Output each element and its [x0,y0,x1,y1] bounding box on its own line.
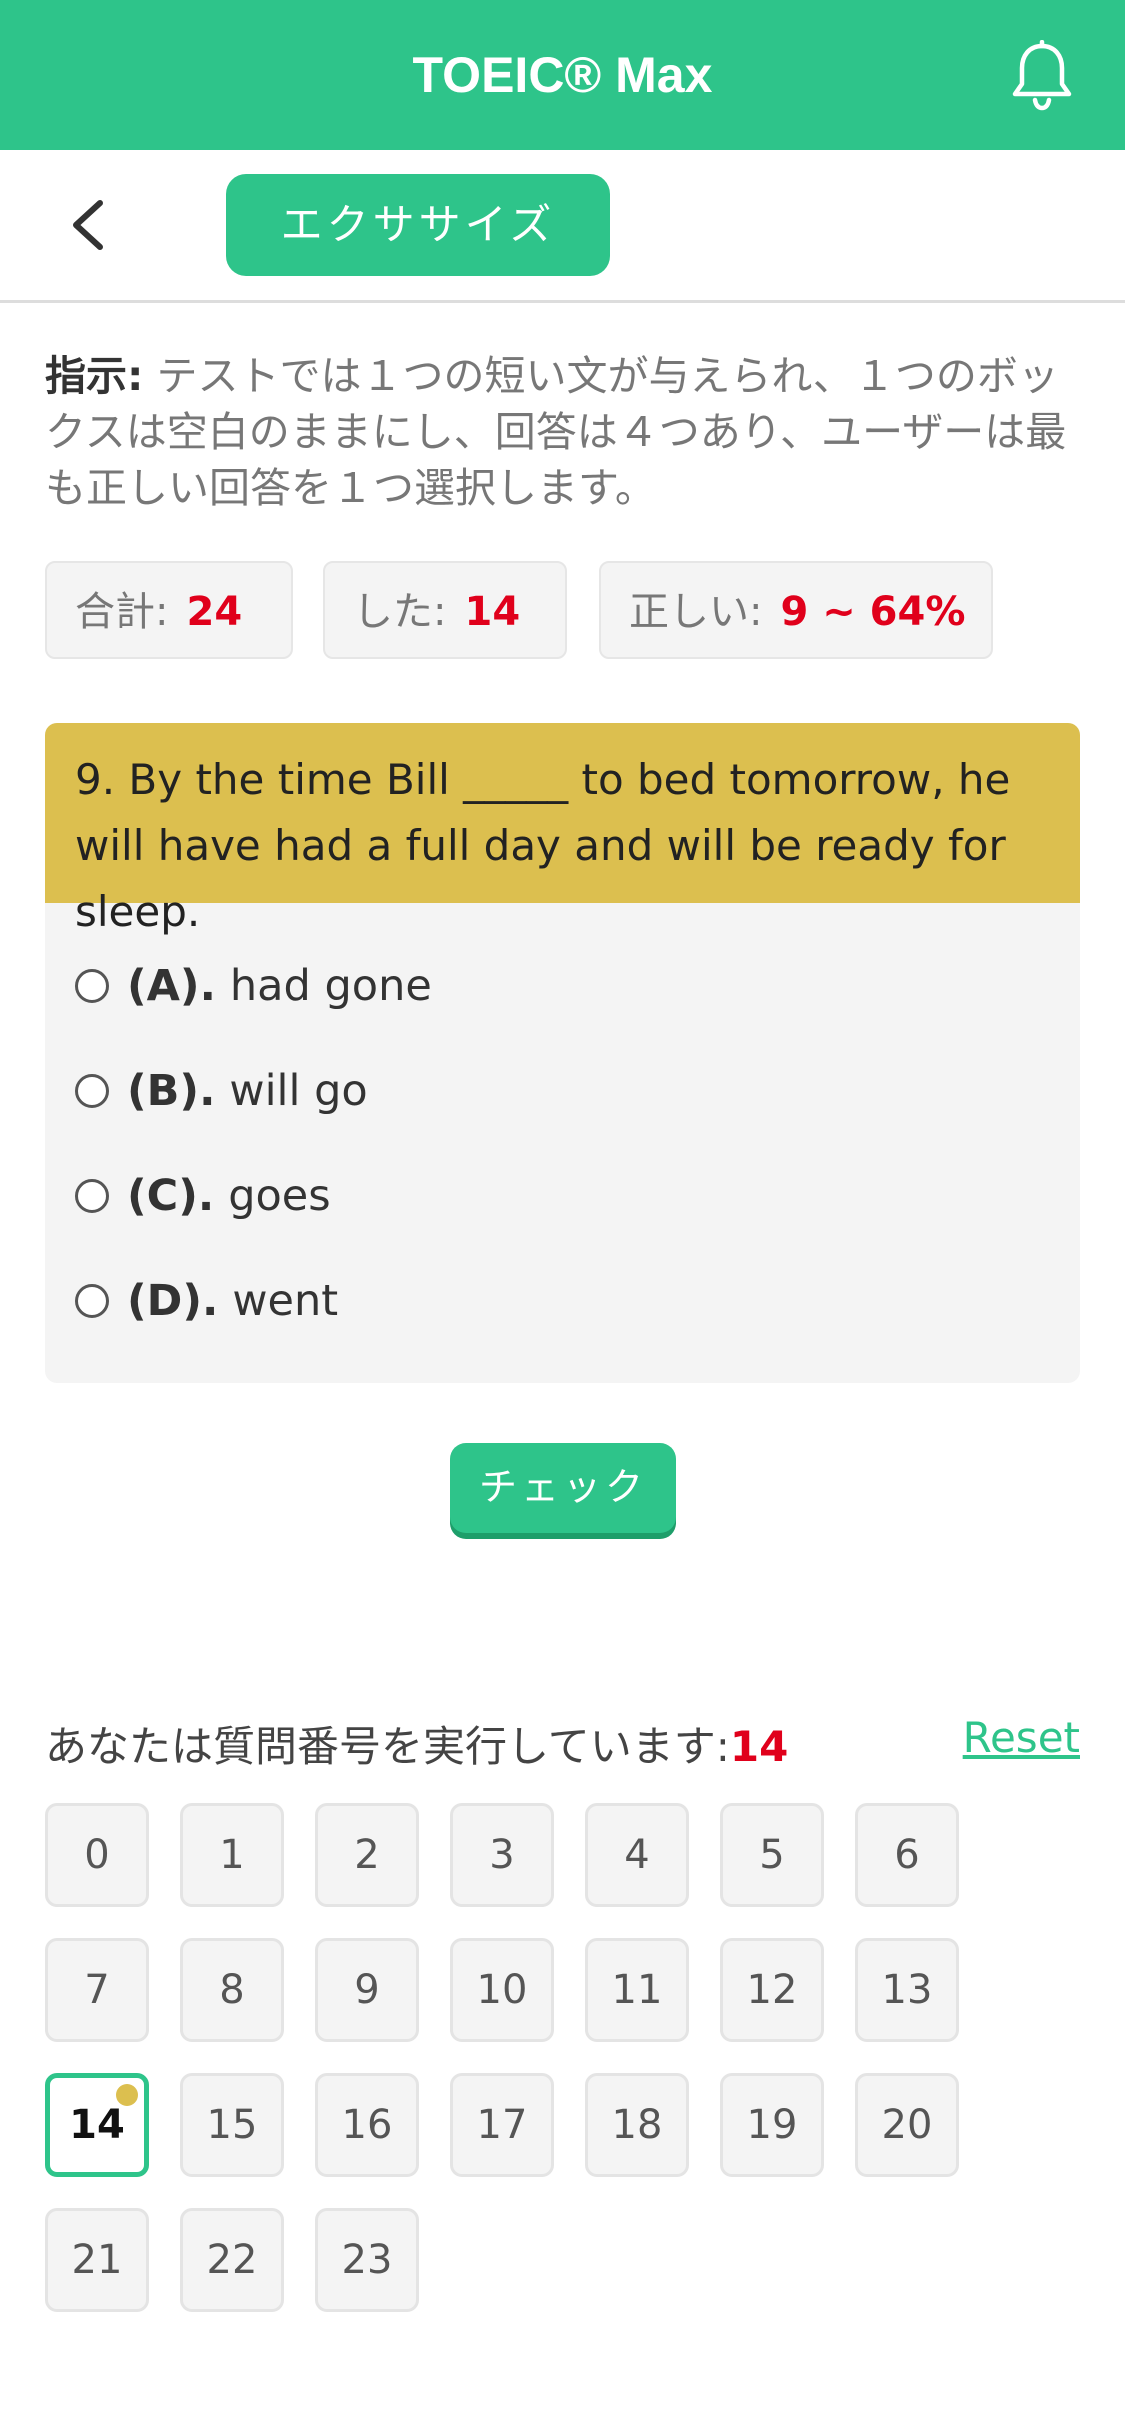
instructions-text: テストでは１つの短い文が与えられ、１つのボックスは空白のままにし、回答は４つあり… [45,352,1067,512]
question-number-3[interactable]: 3 [450,1803,554,1907]
question-number-label: 5 [759,1832,785,1878]
stat-done: した: 14 [323,561,567,659]
question-number-18[interactable]: 18 [585,2073,689,2177]
radio-button[interactable] [75,1178,109,1213]
question-number-label: 11 [611,1967,663,2013]
question-number-label: 17 [476,2102,528,2148]
current-indicator-dot [116,2084,138,2106]
question-number-label: 3 [489,1832,515,1878]
instructions-label: 指示: [45,352,144,400]
question-number-label: 15 [206,2102,258,2148]
question-number-label: 9 [354,1967,380,2013]
question-number-15[interactable]: 15 [180,2073,284,2177]
question-number-0[interactable]: 0 [45,1803,149,1907]
sub-navigation: エクササイズ [0,150,1125,303]
bell-icon[interactable] [1009,40,1075,112]
stat-total: 合計: 24 [45,561,293,659]
option-letter: (C). [127,1170,215,1221]
question-number-label: 22 [206,2237,258,2283]
option-b[interactable]: (B). will go [45,1038,1080,1143]
check-button[interactable]: チェック [450,1443,676,1533]
question-number-22[interactable]: 22 [180,2208,284,2312]
question-number-20[interactable]: 20 [855,2073,959,2177]
question-number-21[interactable]: 21 [45,2208,149,2312]
question-number-7[interactable]: 7 [45,1938,149,2042]
question-number-label: 21 [71,2237,123,2283]
option-letter: (D). [127,1275,219,1326]
question-number-14[interactable]: 14 [45,2073,149,2177]
question-number-10[interactable]: 10 [450,1938,554,2042]
question-number-label: 10 [476,1967,528,2013]
question-number-5[interactable]: 5 [720,1803,824,1907]
progress-current: 14 [729,1722,789,1771]
question-number-label: 16 [341,2102,393,2148]
app-title: TOEIC® Max [412,47,713,103]
radio-button[interactable] [75,968,109,1003]
question-number-label: 2 [354,1832,380,1878]
stat-done-label: した: [353,589,447,635]
question-number-17[interactable]: 17 [450,2073,554,2177]
option-d[interactable]: (D). went [45,1248,1080,1353]
stat-correct: 正しい: 9 ~ 64% [599,561,993,659]
back-chevron-icon[interactable] [60,195,120,255]
progress-label: あなたは質問番号を実行しています: [45,1722,730,1771]
question-card: 9. By the time Bill _____ to bed tomorro… [45,723,1080,1383]
question-number-19[interactable]: 19 [720,2073,824,2177]
question-number-2[interactable]: 2 [315,1803,419,1907]
radio-button[interactable] [75,1283,109,1318]
stat-done-value: 14 [464,589,521,635]
radio-button[interactable] [75,1073,109,1108]
question-number-label: 6 [894,1832,920,1878]
tab-exercise[interactable]: エクササイズ [226,174,610,276]
reset-link[interactable]: Reset [963,1713,1080,1762]
option-text: had gone [229,960,432,1011]
stat-total-value: 24 [186,589,243,635]
option-text: went [232,1275,339,1326]
option-letter: (B). [127,1065,216,1116]
option-a[interactable]: (A). had gone [45,933,1080,1038]
question-number-label: 19 [746,2102,798,2148]
question-number-23[interactable]: 23 [315,2208,419,2312]
stat-correct-value: 9 ~ 64% [780,589,966,635]
stat-total-label: 合計: [75,589,169,635]
question-number-label: 13 [881,1967,933,2013]
question-number-4[interactable]: 4 [585,1803,689,1907]
question-number-label: 20 [881,2102,933,2148]
question-number-label: 8 [219,1967,245,2013]
option-letter: (A). [127,960,216,1011]
question-number-12[interactable]: 12 [720,1938,824,2042]
question-number-label: 23 [341,2237,393,2283]
answer-options: (A). had gone (B). will go (C). goes (D)… [45,903,1080,1353]
question-number-1[interactable]: 1 [180,1803,284,1907]
option-text: goes [228,1170,331,1221]
question-number-13[interactable]: 13 [855,1938,959,2042]
stat-correct-label: 正しい: [629,589,763,635]
question-number-8[interactable]: 8 [180,1938,284,2042]
question-number-label: 7 [84,1967,110,2013]
question-text: 9. By the time Bill _____ to bed tomorro… [45,723,1080,936]
question-number-label: 1 [219,1832,245,1878]
question-number-6[interactable]: 6 [855,1803,959,1907]
option-text: will go [229,1065,368,1116]
question-number-label: 12 [746,1967,798,2013]
question-number-11[interactable]: 11 [585,1938,689,2042]
question-number-label: 0 [84,1832,110,1878]
option-c[interactable]: (C). goes [45,1143,1080,1248]
question-number-9[interactable]: 9 [315,1938,419,2042]
instructions: 指示: テストでは１つの短い文が与えられ、１つのボックスは空白のままにし、回答は… [45,348,1075,516]
progress-status: あなたは質問番号を実行しています:14 [45,1713,788,1774]
question-number-label: 4 [624,1832,650,1878]
question-number-label: 18 [611,2102,663,2148]
question-number-16[interactable]: 16 [315,2073,419,2177]
question-number-label: 14 [69,2102,125,2148]
app-header: TOEIC® Max [0,0,1125,150]
